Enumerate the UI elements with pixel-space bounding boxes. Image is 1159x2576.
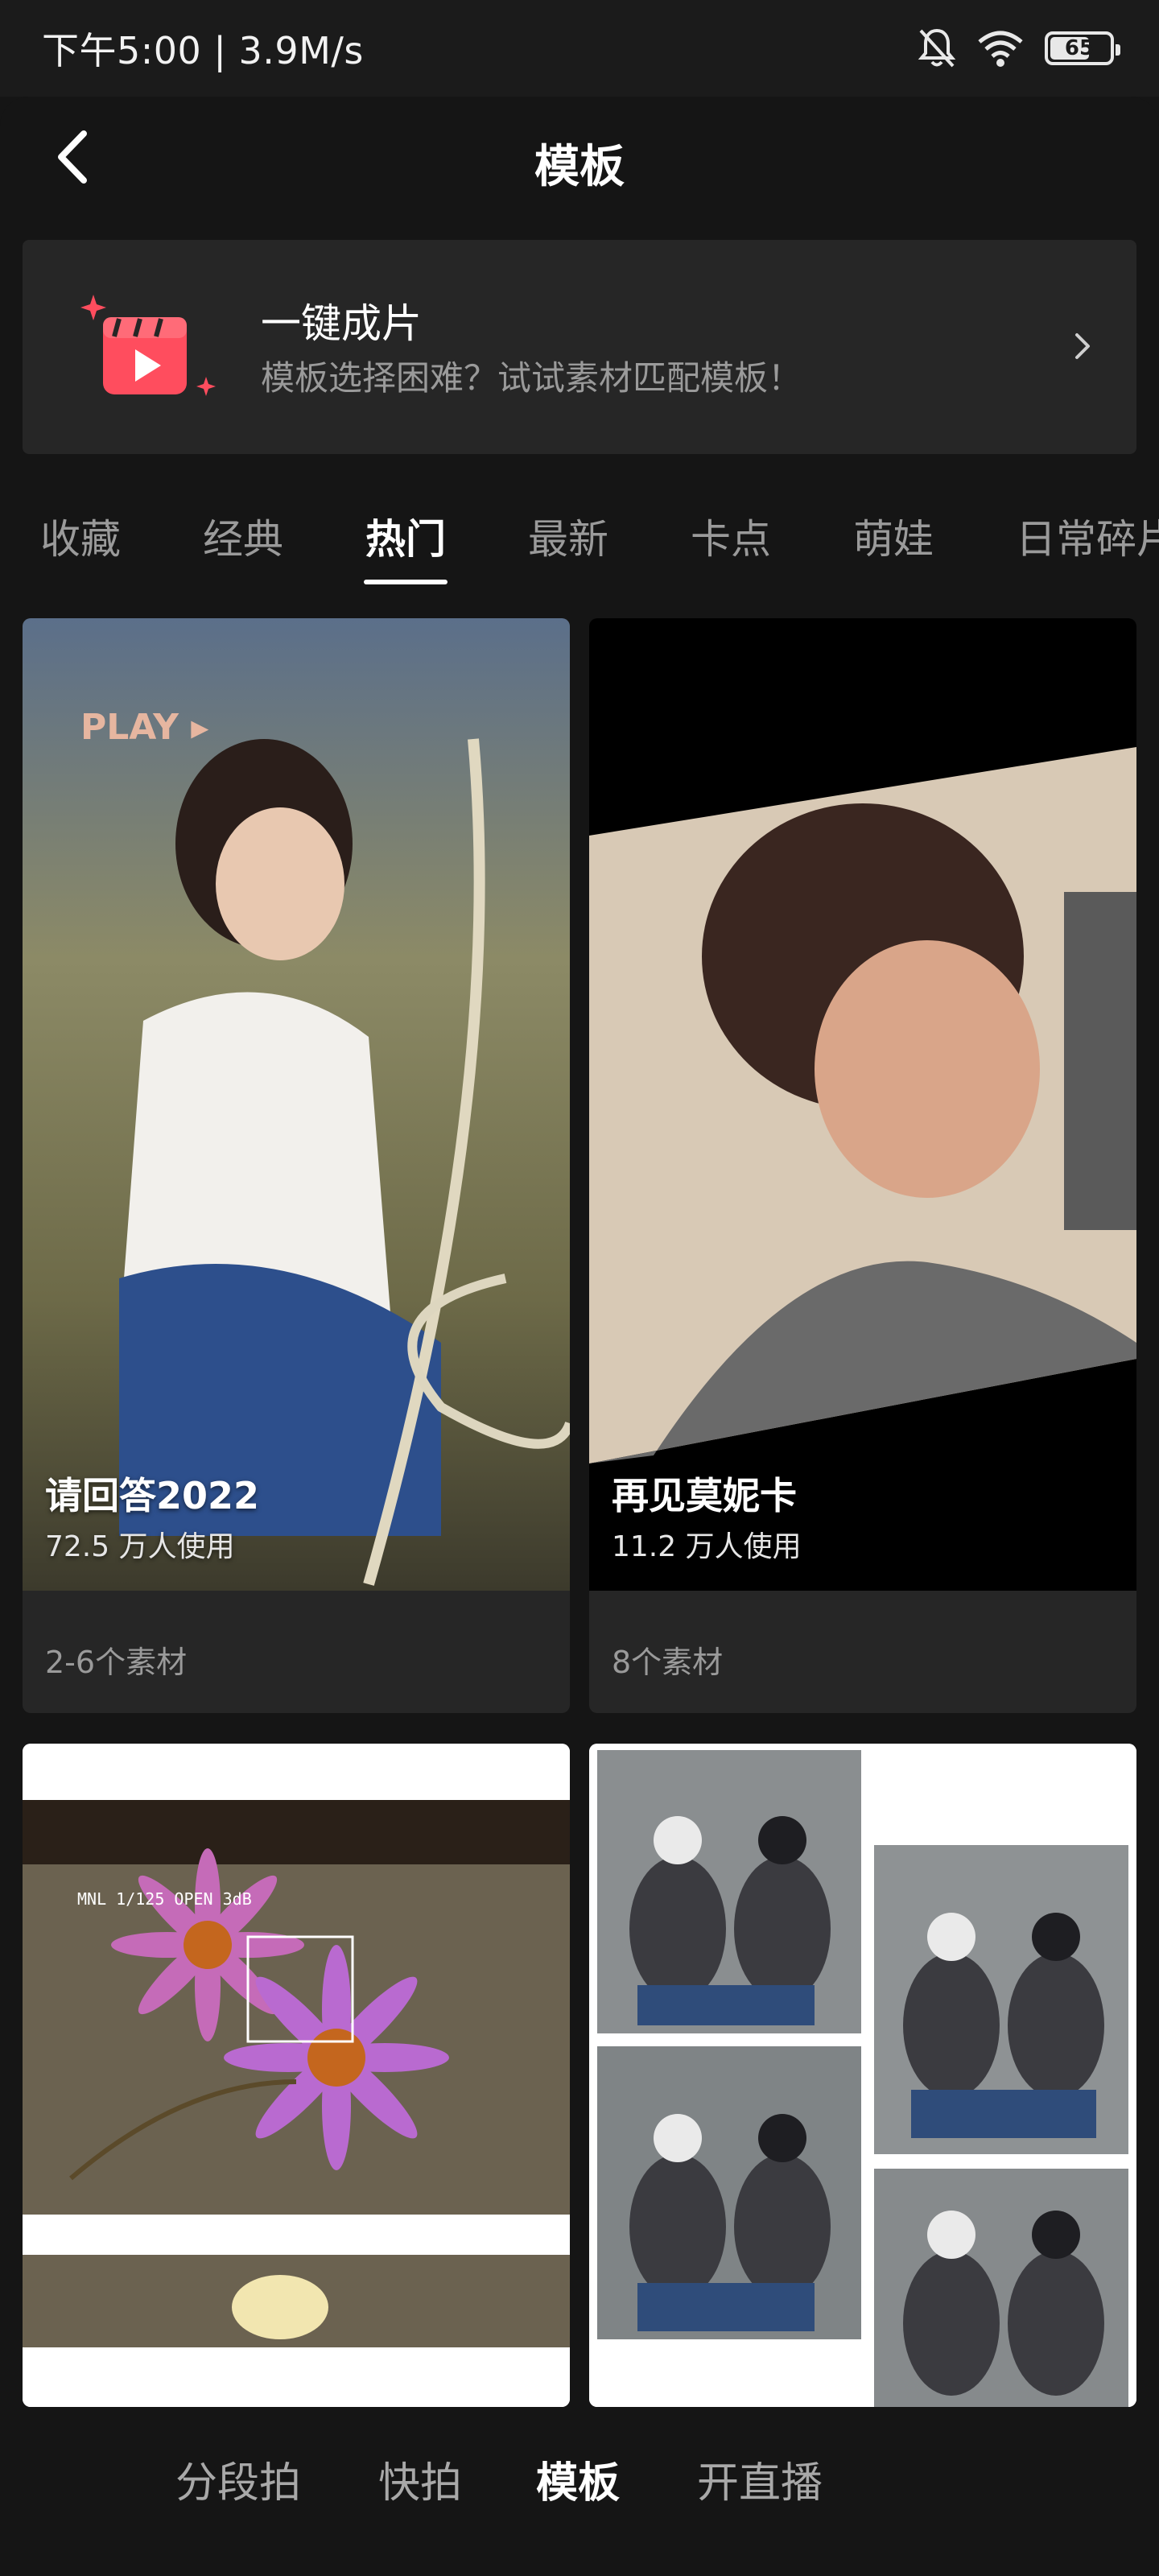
banner-title: 一键成片 — [261, 300, 422, 347]
active-tab-indicator — [364, 580, 448, 584]
wifi-icon — [978, 31, 1023, 67]
tab-cute-kids[interactable]: 萌娃 — [853, 507, 934, 565]
template-thumbnail: PLAY ▸ — [23, 618, 570, 1591]
template-title: 再见莫妮卡 — [612, 1474, 797, 1517]
template-card[interactable]: 再见莫妮卡 11.2 万人使用 8个素材 — [589, 618, 1136, 1713]
tab-beat-sync[interactable]: 卡点 — [691, 507, 771, 565]
page-title: 模板 — [534, 141, 625, 193]
template-card[interactable]: PLAY ▸ 请回答2022 72.5 万人使用 2-6个素材 — [23, 618, 570, 1713]
status-bar: 下午5:00 | 3.9M/s 65 — [0, 0, 1159, 97]
one-click-banner[interactable]: 一键成片 模板选择困难？试试素材匹配模板！ — [23, 240, 1136, 454]
tab-hot[interactable]: 热门 — [365, 507, 446, 565]
chevron-right-icon — [1075, 333, 1090, 359]
bell-off-icon — [918, 28, 956, 68]
tab-classic[interactable]: 经典 — [203, 507, 283, 565]
top-nav: 模板 — [0, 97, 1159, 217]
banner-subtitle: 模板选择困难？试试素材匹配模板！ — [261, 358, 802, 398]
bottom-nav-segment-shoot[interactable]: 分段拍 — [175, 2449, 301, 2509]
status-icons: 65 — [918, 27, 1120, 69]
template-materials: 8个素材 — [612, 1645, 724, 1680]
bottom-nav-quick-shoot[interactable]: 快拍 — [378, 2449, 462, 2509]
template-thumbnail — [589, 618, 1136, 1591]
clapperboard-icon — [80, 295, 216, 396]
tab-latest[interactable]: 最新 — [528, 507, 608, 565]
bottom-nav: 分段拍 快拍 模板 开直播 — [0, 2407, 1159, 2576]
template-card[interactable]: MNL 1/125 OPEN 3dB — [23, 1744, 570, 2407]
tab-favorites[interactable]: 收藏 — [40, 507, 121, 565]
template-uses: 11.2 万人使用 — [612, 1530, 802, 1563]
thumb-label: MNL 1/125 OPEN 3dB — [77, 1889, 252, 1909]
thumb-label: PLAY ▸ — [80, 707, 208, 748]
template-uses: 72.5 万人使用 — [45, 1530, 235, 1563]
template-thumbnail: MNL 1/125 OPEN 3dB — [23, 1744, 570, 2407]
bottom-nav-go-live[interactable]: 开直播 — [697, 2449, 823, 2509]
template-card[interactable] — [589, 1744, 1136, 2407]
template-title: 请回答2022 — [45, 1474, 260, 1517]
battery-icon: 65 — [1045, 31, 1120, 65]
template-materials: 2-6个素材 — [45, 1645, 188, 1680]
bottom-nav-templates[interactable]: 模板 — [536, 2449, 620, 2509]
battery-level: 65 — [1064, 36, 1095, 60]
tab-daily-fragments[interactable]: 日常碎片 — [1016, 507, 1159, 565]
template-thumbnail — [589, 1744, 1136, 2407]
category-tabs: 收藏 经典 热门 最新 卡点 萌娃 日常碎片 — [0, 499, 1159, 604]
status-time-speed: 下午5:00 | 3.9M/s — [42, 29, 364, 72]
